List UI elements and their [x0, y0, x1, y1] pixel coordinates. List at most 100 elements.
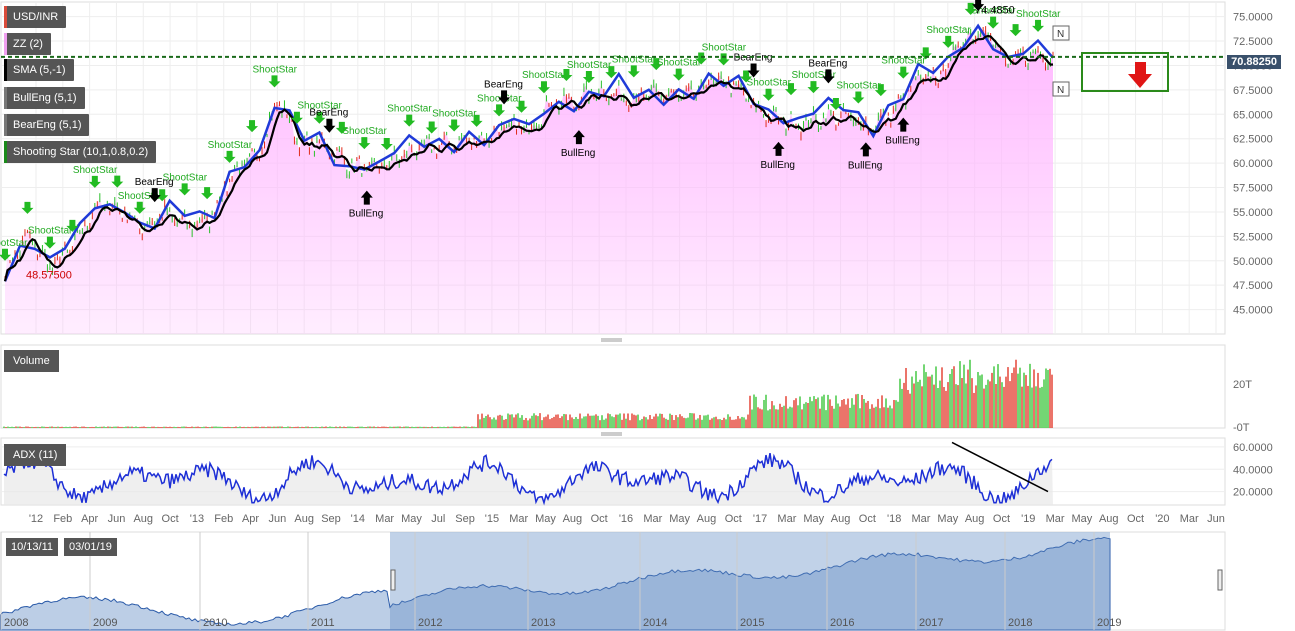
legend-item-usdinr[interactable]: USD/INR: [4, 6, 67, 28]
navigator-year-label: 2012: [418, 617, 442, 629]
shootstar-label: ShootStar: [522, 70, 567, 81]
range-end-date[interactable]: 03/01/19: [64, 538, 117, 556]
adx-panel-label[interactable]: ADX (11): [4, 444, 67, 466]
navigator-year-label: 2008: [4, 617, 28, 629]
navigator-year-label: 2018: [1008, 617, 1032, 629]
navigator-year-label: 2009: [93, 617, 117, 629]
navigator-year-label: 2013: [531, 617, 555, 629]
x-axis-tick-label: Aug: [1099, 513, 1119, 525]
x-axis-tick-label: Sep: [321, 513, 341, 525]
chart-canvas[interactable]: 75.000072.500070.000067.500065.000062.50…: [0, 0, 1295, 631]
shootstar-label: ShootStar: [252, 64, 297, 75]
volume-panel-label[interactable]: Volume: [4, 350, 59, 372]
adx-tick-label: 60.0000: [1233, 442, 1273, 454]
y-axis-tick-label: 47.5000: [1233, 280, 1273, 292]
y-axis-tick-label: 62.5000: [1233, 134, 1273, 146]
shootstar-label: ShootStar: [747, 78, 792, 89]
legend-swatch: [4, 141, 7, 163]
legend-swatch: [4, 6, 7, 28]
x-axis-tick-label: May: [535, 513, 556, 525]
legend-swatch: [4, 87, 7, 109]
x-axis-tick-label: '15: [485, 513, 499, 525]
legend-label: ZZ (2): [13, 38, 43, 50]
adx-tick-label: 40.0000: [1233, 464, 1273, 476]
legend-item-bulleng[interactable]: BullEng (5,1): [4, 87, 85, 109]
x-axis-tick-label: May: [937, 513, 958, 525]
x-axis-tick-label: Oct: [591, 513, 608, 525]
y-axis-tick-label: 55.0000: [1233, 207, 1273, 219]
shootstar-label: ShootStar: [28, 226, 73, 237]
x-axis-tick-label: May: [803, 513, 824, 525]
navigator-year-label: 2017: [919, 617, 943, 629]
current-price-badge: 70.88250: [1227, 55, 1281, 69]
y-axis-tick-label: 75.0000: [1233, 12, 1273, 24]
bulleng-label: BullEng: [349, 209, 383, 220]
zz-marker-label: N: [1057, 29, 1064, 40]
adx-tick-label: 20.0000: [1233, 487, 1273, 499]
shootstar-label: ShootStar: [1016, 9, 1061, 20]
volume-tick-label: -0T: [1233, 422, 1250, 434]
max-price-label: 74.4850: [975, 5, 1015, 17]
x-axis-tick-label: '18: [887, 513, 901, 525]
navigator-year-label: 2010: [203, 617, 227, 629]
legend-item-shooting-star[interactable]: Shooting Star (10,1,0.8,0.2): [4, 141, 157, 163]
legend-item-zz[interactable]: ZZ (2): [4, 33, 51, 55]
y-axis-tick-label: 65.0000: [1233, 109, 1273, 121]
legend-item-sma[interactable]: SMA (5,-1): [4, 59, 74, 81]
legend-swatch: [4, 33, 7, 55]
x-axis-tick-label: '12: [29, 513, 43, 525]
bulleng-label: BullEng: [848, 160, 882, 171]
bulleng-label: BullEng: [761, 160, 795, 171]
x-axis-tick-label: Jun: [268, 513, 286, 525]
x-axis-tick-label: May: [669, 513, 690, 525]
beareng-label: BearEng: [484, 79, 523, 90]
shootstar-label: ShootStar: [657, 58, 702, 69]
x-axis-tick-label: Jul: [431, 513, 445, 525]
beareng-label: BearEng: [808, 58, 847, 69]
x-axis-tick-label: '17: [753, 513, 767, 525]
x-axis-tick-label: Aug: [831, 513, 851, 525]
x-axis-tick-label: Mar: [1180, 513, 1199, 525]
x-axis-tick-label: Aug: [133, 513, 153, 525]
legend-label: BullEng (5,1): [13, 92, 77, 104]
legend-item-beareng[interactable]: BearEng (5,1): [4, 114, 90, 136]
zz-marker-label: N: [1057, 85, 1064, 96]
shootstar-label: ShootStar: [567, 60, 612, 71]
x-axis-tick-label: Mar: [1046, 513, 1065, 525]
x-axis-tick-label: May: [401, 513, 422, 525]
legend-label: BearEng (5,1): [13, 119, 82, 131]
x-axis-tick-label: Mar: [375, 513, 394, 525]
navigator-year-label: 2011: [311, 617, 335, 629]
x-axis-tick-label: Mar: [643, 513, 662, 525]
x-axis-tick-label: '16: [619, 513, 633, 525]
x-axis-tick-label: Jun: [1207, 513, 1225, 525]
x-axis-tick-label: Mar: [912, 513, 931, 525]
range-start-date[interactable]: 10/13/11: [6, 538, 59, 556]
y-axis-tick-label: 60.0000: [1233, 158, 1273, 170]
shootstar-label: ShootStar: [208, 140, 253, 151]
shootstar-label: ShootStar: [342, 126, 387, 137]
navigator-year-label: 2014: [643, 617, 667, 629]
beareng-label: BearEng: [734, 53, 773, 64]
shootstar-label: ShootStar: [926, 25, 971, 36]
x-axis-tick-label: Oct: [1127, 513, 1144, 525]
navigator-handle-left: [390, 569, 396, 591]
navigator-year-label: 2016: [830, 617, 854, 629]
y-axis-tick-label: 50.0000: [1233, 256, 1273, 268]
y-axis-tick-label: 52.5000: [1233, 231, 1273, 243]
shootstar-label: ShootStar: [73, 165, 118, 176]
y-axis-tick-label: 45.0000: [1233, 305, 1273, 317]
legend-swatch: [4, 114, 7, 136]
shootstar-label: ShootStar: [836, 80, 881, 91]
x-axis-tick-label: Feb: [53, 513, 72, 525]
x-axis-tick-label: Apr: [81, 513, 98, 525]
x-axis-tick-label: '14: [351, 513, 365, 525]
bulleng-label: BullEng: [561, 148, 595, 159]
legend-label: Shooting Star (10,1,0.8,0.2): [13, 146, 149, 158]
x-axis-tick-label: Sep: [455, 513, 475, 525]
legend-swatch: [4, 59, 7, 81]
shootstar-label: ShootStar: [0, 238, 28, 249]
y-axis-tick-label: 72.5000: [1233, 36, 1273, 48]
x-axis-tick-label: '13: [190, 513, 204, 525]
x-axis-tick-label: May: [1072, 513, 1093, 525]
